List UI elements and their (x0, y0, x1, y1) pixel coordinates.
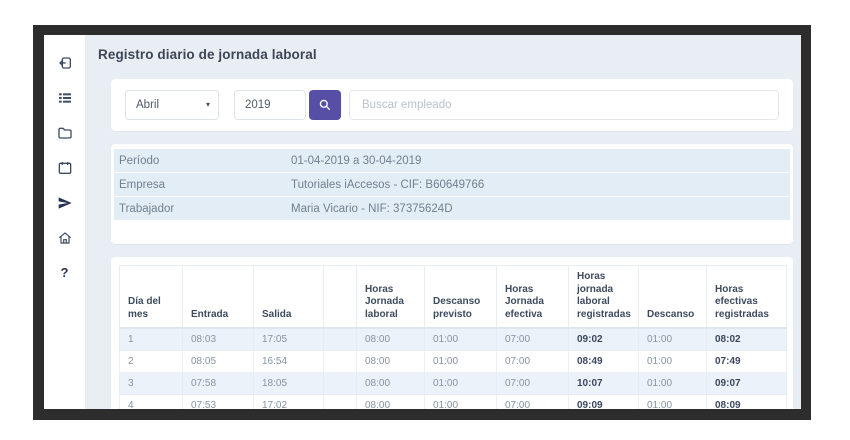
table-header-cell (324, 266, 357, 329)
table-cell: 09:07 (707, 372, 787, 394)
filter-bar: Abril ▾ (111, 79, 793, 131)
year-input[interactable] (234, 90, 306, 120)
sidebar-item-calendar[interactable] (44, 150, 85, 185)
table-cell (324, 350, 357, 372)
summary-label: Período (119, 155, 291, 167)
table-cell: 1 (120, 328, 183, 350)
table-cell: 01:00 (425, 372, 497, 394)
search-icon (318, 98, 332, 112)
worklog-table: Día del mes Entrada Salida Horas Jornada… (119, 265, 787, 409)
sidebar: ? (44, 35, 85, 409)
table-cell: 18:05 (254, 372, 324, 394)
table-row: 4 07:53 17:02 08:00 01:00 07:00 09:09 01… (120, 394, 787, 409)
send-icon (57, 195, 73, 211)
folder-icon (57, 125, 73, 141)
table-cell: 09:02 (569, 328, 639, 350)
table-cell: 08:00 (357, 372, 425, 394)
table-cell: 01:00 (639, 372, 707, 394)
table-cell: 01:00 (639, 350, 707, 372)
table-cell: 10:07 (569, 372, 639, 394)
summary-value: 01-04-2019 a 30-04-2019 (291, 155, 421, 167)
sidebar-item-home[interactable] (44, 220, 85, 255)
table-cell: 01:00 (639, 328, 707, 350)
table-cell: 08:02 (707, 328, 787, 350)
table-cell: 08:00 (357, 394, 425, 409)
table-cell (324, 394, 357, 409)
screenshot: ? Registro diario de jornada laboral Abr… (0, 0, 850, 440)
main-content: Registro diario de jornada laboral Abril… (85, 35, 801, 409)
table-cell: 2 (120, 350, 183, 372)
table-header-row: Día del mes Entrada Salida Horas Jornada… (120, 266, 787, 329)
summary-panel: Período 01-04-2019 a 30-04-2019 Empresa … (111, 144, 793, 244)
table-cell: 08:49 (569, 350, 639, 372)
table-cell: 07:00 (497, 328, 569, 350)
help-icon: ? (61, 265, 69, 280)
table-cell: 09:09 (569, 394, 639, 409)
page-title: Registro diario de jornada laboral (98, 47, 801, 62)
table-cell: 08:05 (183, 350, 254, 372)
sidebar-item-exit[interactable] (44, 45, 85, 80)
sidebar-item-folder[interactable] (44, 115, 85, 150)
table-cell: 07:00 (497, 350, 569, 372)
worklog-table-card: Día del mes Entrada Salida Horas Jornada… (111, 257, 793, 409)
table-cell: 01:00 (425, 328, 497, 350)
search-button[interactable] (309, 90, 341, 120)
table-cell: 4 (120, 394, 183, 409)
table-cell: 07:53 (183, 394, 254, 409)
summary-row: Período 01-04-2019 a 30-04-2019 (114, 149, 790, 172)
summary-row: Trabajador Maria Vicario - NIF: 37375624… (114, 197, 790, 220)
exit-icon (57, 55, 73, 71)
table-header-cell: Salida (254, 266, 324, 329)
chevron-down-icon: ▾ (206, 101, 210, 109)
summary-label: Trabajador (119, 203, 291, 215)
app-window: ? Registro diario de jornada laboral Abr… (44, 35, 801, 409)
month-select[interactable]: Abril ▾ (125, 90, 219, 120)
table-cell: 3 (120, 372, 183, 394)
table-header-cell: Entrada (183, 266, 254, 329)
table-cell: 08:00 (357, 328, 425, 350)
summary-value: Maria Vicario - NIF: 37375624D (291, 203, 453, 215)
sidebar-item-list[interactable] (44, 80, 85, 115)
home-icon (57, 230, 73, 246)
summary-row: Empresa Tutoriales iAccesos - CIF: B6064… (114, 173, 790, 196)
table-cell: 16:54 (254, 350, 324, 372)
employee-search-input[interactable] (349, 90, 779, 120)
sidebar-item-send[interactable] (44, 185, 85, 220)
table-cell: 08:00 (357, 350, 425, 372)
table-header-cell: Horas efectivas registradas (707, 266, 787, 329)
table-header-cell: Descanso (639, 266, 707, 329)
table-header-cell: Horas jornada laboral registradas (569, 266, 639, 329)
table-cell: 08:03 (183, 328, 254, 350)
table-cell: 07:58 (183, 372, 254, 394)
table-row: 1 08:03 17:05 08:00 01:00 07:00 09:02 01… (120, 328, 787, 350)
table-header-cell: Horas Jornada efectiva (497, 266, 569, 329)
table-cell: 07:49 (707, 350, 787, 372)
table-cell (324, 372, 357, 394)
table-header-cell: Día del mes (120, 266, 183, 329)
table-cell: 07:00 (497, 394, 569, 409)
table-header-cell: Horas Jornada laboral (357, 266, 425, 329)
table-cell (324, 328, 357, 350)
table-cell: 07:00 (497, 372, 569, 394)
table-header-cell: Descanso previsto (425, 266, 497, 329)
summary-value: Tutoriales iAccesos - CIF: B60649766 (291, 179, 484, 191)
table-cell: 08:09 (707, 394, 787, 409)
table-cell: 17:05 (254, 328, 324, 350)
table-row: 3 07:58 18:05 08:00 01:00 07:00 10:07 01… (120, 372, 787, 394)
list-icon (57, 90, 73, 106)
summary-label: Empresa (119, 179, 291, 191)
month-select-value: Abril (136, 99, 159, 111)
sidebar-item-help[interactable]: ? (44, 255, 85, 290)
table-cell: 17:02 (254, 394, 324, 409)
window-frame: ? Registro diario de jornada laboral Abr… (33, 25, 811, 420)
table-row: 2 08:05 16:54 08:00 01:00 07:00 08:49 01… (120, 350, 787, 372)
table-cell: 01:00 (425, 350, 497, 372)
table-cell: 01:00 (425, 394, 497, 409)
calendar-icon (57, 160, 73, 176)
table-cell: 01:00 (639, 394, 707, 409)
